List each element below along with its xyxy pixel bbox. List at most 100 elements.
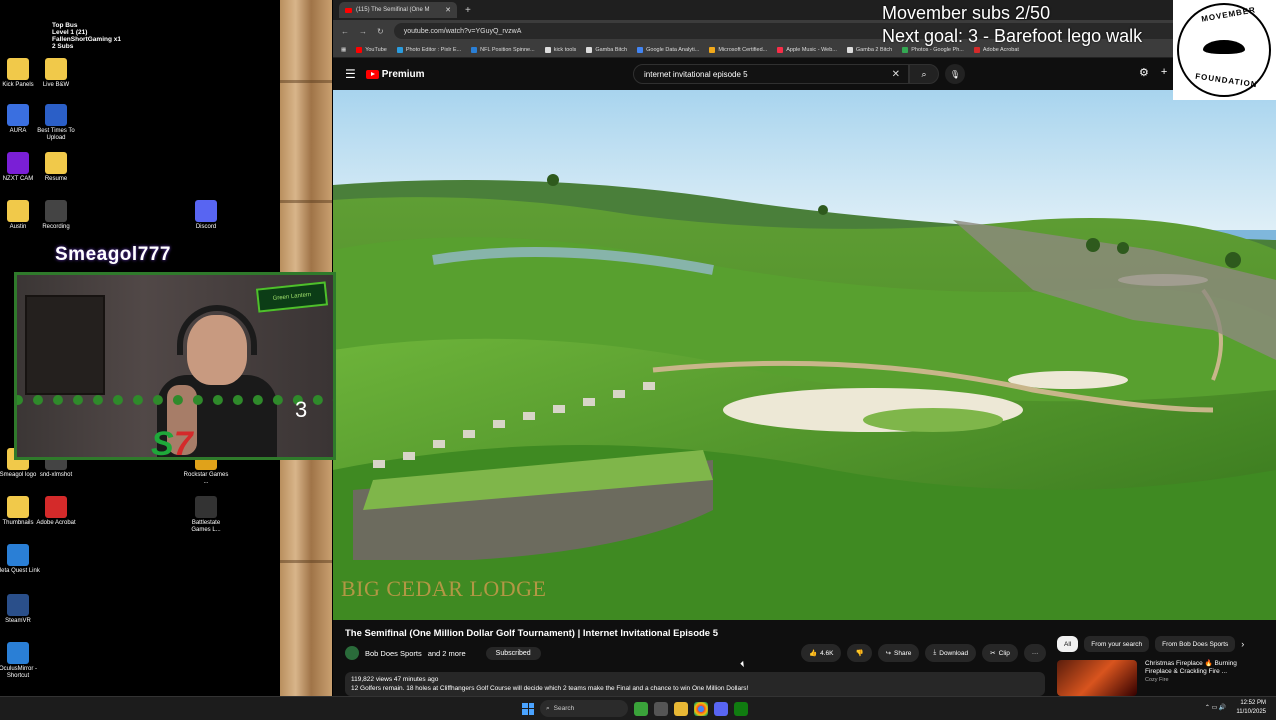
bookmark-favicon-icon (471, 46, 478, 53)
desktop-icon[interactable]: Meta Quest Link (0, 544, 42, 575)
menu-icon[interactable]: ☰ (345, 67, 356, 81)
bookmark-item[interactable]: Photo Editor : Pixlr E... (396, 46, 462, 53)
create-icon[interactable]: + (1161, 66, 1167, 79)
countdown-number: 3 (295, 397, 308, 422)
channel-avatar[interactable] (345, 646, 359, 660)
windows-taskbar: ⌕ Search ⌃ ▭ 🔊 12:52 PM 11/10/2025 (0, 696, 1276, 720)
chevron-right-icon[interactable]: › (1241, 639, 1244, 649)
app-icon (7, 594, 29, 616)
dislike-button[interactable]: 👎 (847, 644, 872, 662)
bookmark-item[interactable]: Google Data Analyti... (637, 46, 699, 53)
desktop-icon[interactable]: SteamVR (0, 594, 42, 625)
reload-icon[interactable]: ↻ (377, 27, 384, 36)
bookmark-label: NFL Position Spinne... (480, 46, 535, 53)
desktop-icon-label: Best Times To Upload (37, 128, 75, 141)
close-icon[interactable]: ✕ (445, 6, 451, 14)
webcam-overlay: Green Lantern S7 3 (14, 272, 336, 460)
channel-name[interactable]: Bob Does Sports (365, 649, 422, 658)
file-explorer-icon[interactable] (674, 701, 688, 716)
recommended-thumbnail[interactable] (1057, 660, 1137, 696)
forward-icon[interactable]: → (359, 27, 367, 36)
clock[interactable]: 12:52 PM 11/10/2025 (1236, 699, 1266, 717)
desktop-icon[interactable]: Adobe Acrobat (32, 496, 80, 527)
widgets-icon[interactable] (634, 701, 648, 716)
bookmark-item[interactable]: Microsoft Certified... (709, 46, 768, 53)
description-box[interactable]: 119,822 views 47 minutes ago 12 Golfers … (345, 672, 1045, 696)
filter-chip[interactable]: From Bob Does Sports (1155, 636, 1236, 652)
desktop-icon-label: Live B&W (42, 82, 70, 88)
desktop-icon[interactable]: Discord (182, 200, 230, 231)
search-icon: ⌕ (546, 704, 550, 712)
bookmark-label: Photo Editor : Pixlr E... (405, 46, 462, 53)
cast-icon[interactable]: ⚙ (1139, 66, 1149, 79)
bookmark-item[interactable]: Gamba Bitch (586, 46, 627, 53)
search-input[interactable]: internet invitational episode 5 ✕ (633, 64, 909, 84)
bookmark-item[interactable]: Apple Music - Web... (777, 46, 837, 53)
movember-subs-count: Movember subs 2/50 (882, 3, 1051, 23)
chrome-icon[interactable] (694, 701, 708, 716)
recommended-title[interactable]: Christmas Fireplace 🔥 Burning Fireplace … (1145, 660, 1255, 676)
desktop-icon[interactable]: Battlestate Games L... (182, 496, 230, 534)
bookmark-item[interactable]: kick tools (544, 46, 576, 53)
browser-tab[interactable]: (115) The Semifinal (One M ✕ (339, 2, 457, 18)
more-actions-button[interactable]: ··· (1023, 644, 1047, 662)
discord-icon[interactable] (714, 701, 728, 716)
desktop-icon-label: snd-xlmshot (39, 472, 73, 478)
s7-logo: S7 (151, 425, 193, 460)
desktop-icon[interactable]: Resume (32, 152, 80, 183)
bookmark-label: YouTube (365, 46, 387, 53)
app-icon (7, 58, 29, 80)
xbox-icon[interactable] (734, 701, 748, 716)
app-icon (7, 152, 29, 174)
app-icon (195, 496, 217, 518)
desktop-icon[interactable]: Recording (32, 200, 80, 231)
bookmark-favicon-icon (846, 46, 853, 53)
task-view-icon[interactable] (654, 701, 668, 716)
clip-button[interactable]: ✂ Clip (982, 644, 1018, 662)
bookmark-label: Apple Music - Web... (786, 46, 837, 53)
mic-icon: 🎙 (949, 69, 961, 79)
video-frame-golf-course (333, 90, 1276, 620)
thumbs-up-icon: 👍 (809, 650, 818, 657)
video-player[interactable]: BIG CEDAR LODGE (333, 90, 1276, 620)
taskbar-search[interactable]: ⌕ Search (540, 700, 628, 717)
subscribed-button[interactable]: Subscribed (485, 646, 541, 660)
taskbar-center: ⌕ Search (522, 700, 748, 717)
new-tab-button[interactable]: + (465, 5, 471, 16)
back-icon[interactable]: ← (341, 27, 349, 36)
desktop-icon[interactable]: Live B&W (32, 58, 80, 89)
youtube-play-icon (365, 69, 379, 79)
like-button[interactable]: 👍 4.6K (801, 644, 842, 662)
voice-search-button[interactable]: 🎙 (945, 64, 965, 84)
like-count: 4.6K (820, 649, 834, 657)
bookmark-label: Microsoft Certified... (718, 46, 768, 53)
bookmark-favicon-icon (586, 46, 593, 53)
movember-next-goal: Next goal: 3 - Barefoot lego walk (882, 26, 1143, 46)
share-icon: ↪ (885, 650, 892, 657)
movember-goal-overlay: Movember subs 2/50 Next goal: 3 - Barefo… (882, 2, 1142, 48)
desktop-icon[interactable]: Best Times To Upload (32, 104, 80, 142)
clip-label: Clip (998, 649, 1010, 657)
tray-icons[interactable]: ⌃ ▭ 🔊 (1205, 704, 1227, 713)
windows-start-icon[interactable] (522, 702, 534, 715)
bookmark-favicon-icon (777, 46, 784, 53)
apps-icon[interactable]: ▦ (341, 47, 346, 53)
clear-search-icon[interactable]: ✕ (892, 69, 900, 80)
desktop-icon-label: Discord (195, 224, 217, 230)
movember-foundation-logo: MOVEMBER FOUNDATION (1173, 0, 1276, 100)
recommended-text: Christmas Fireplace 🔥 Burning Fireplace … (1145, 660, 1255, 696)
share-label: Share (894, 649, 912, 657)
filter-chip[interactable]: From your search (1084, 636, 1150, 652)
desktop-icon-label: OculusMirror - Shortcut (0, 666, 37, 679)
bookmark-item[interactable]: NFL Position Spinne... (471, 46, 535, 53)
download-button[interactable]: ⤓ Download (925, 644, 977, 662)
filter-chip[interactable]: All (1057, 636, 1079, 652)
youtube-logo[interactable]: Premium (365, 69, 425, 80)
share-button[interactable]: ↪ Share (877, 644, 920, 662)
bookmark-item[interactable]: YouTube (356, 46, 387, 53)
recommended-video[interactable]: Christmas Fireplace 🔥 Burning Fireplace … (1057, 660, 1255, 696)
desktop-icon[interactable]: OculusMirror - Shortcut (0, 642, 42, 680)
bookmark-favicon-icon (544, 46, 551, 53)
search-button[interactable]: ⌕ (909, 64, 939, 84)
bookmark-favicon-icon (356, 46, 363, 53)
